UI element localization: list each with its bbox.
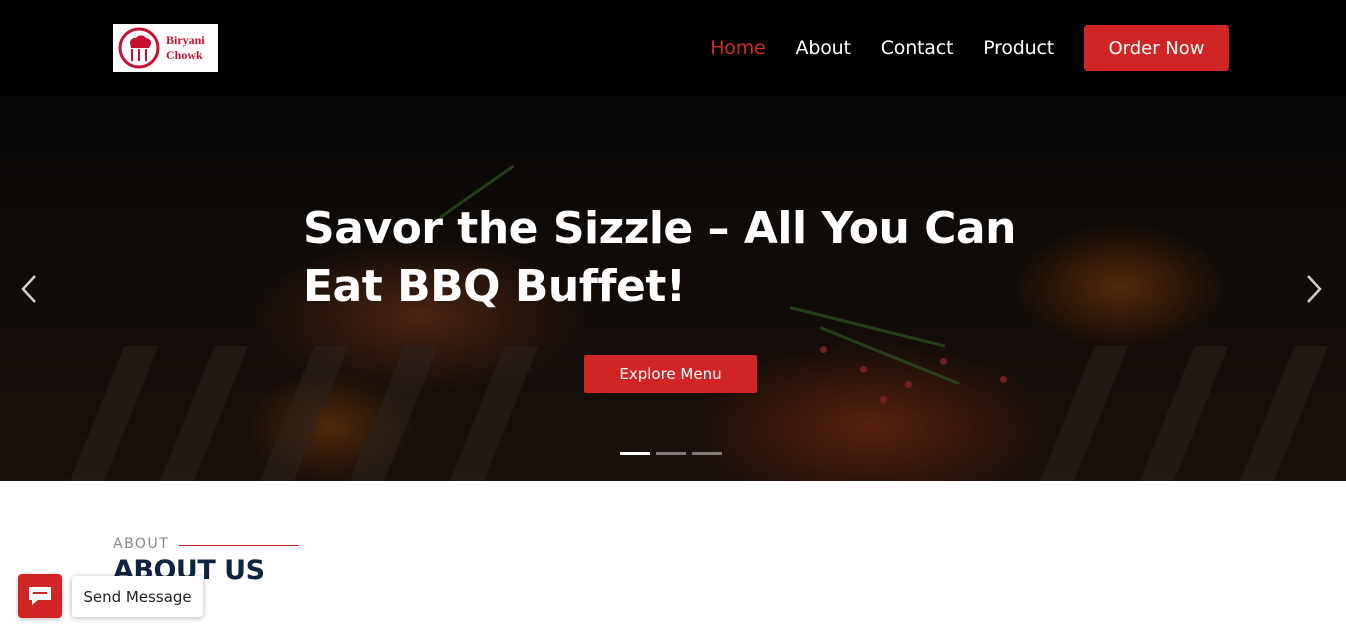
about-kicker: ABOUT (113, 536, 170, 552)
carousel-indicator-2[interactable] (656, 452, 686, 455)
order-now-button[interactable]: Order Now (1084, 25, 1229, 71)
hero-title: Savor the Sizzle – All You Can Eat BBQ B… (303, 203, 1016, 312)
carousel-indicators (620, 452, 728, 455)
send-message-label[interactable]: Send Message (72, 576, 203, 617)
main-nav: Home About Contact Product Order Now (680, 25, 1229, 71)
carousel-indicator-1[interactable] (620, 452, 650, 455)
chat-bubble-icon (29, 587, 51, 605)
brand-name-line2: Chowk (166, 48, 203, 62)
nav-product[interactable]: Product (983, 37, 1054, 59)
chef-hat-utensils-icon (118, 27, 160, 69)
chat-button[interactable] (18, 574, 62, 618)
hero-carousel: Savor the Sizzle – All You Can Eat BBQ B… (0, 96, 1346, 481)
about-divider (179, 545, 299, 546)
carousel-prev-button[interactable] (17, 274, 41, 304)
chevron-left-icon (21, 275, 36, 303)
explore-menu-button[interactable]: Explore Menu (584, 355, 757, 393)
chevron-right-icon (1307, 275, 1322, 303)
carousel-next-button[interactable] (1302, 274, 1326, 304)
brand-logo[interactable]: Biryani Chowk (113, 24, 218, 72)
nav-home[interactable]: Home (710, 37, 766, 59)
nav-about[interactable]: About (796, 37, 851, 59)
site-header: Biryani Chowk Home About Contact Product… (0, 0, 1346, 96)
brand-name: Biryani Chowk (166, 33, 205, 63)
brand-name-line1: Biryani (166, 33, 205, 47)
carousel-indicator-3[interactable] (692, 452, 722, 455)
nav-contact[interactable]: Contact (881, 37, 954, 59)
